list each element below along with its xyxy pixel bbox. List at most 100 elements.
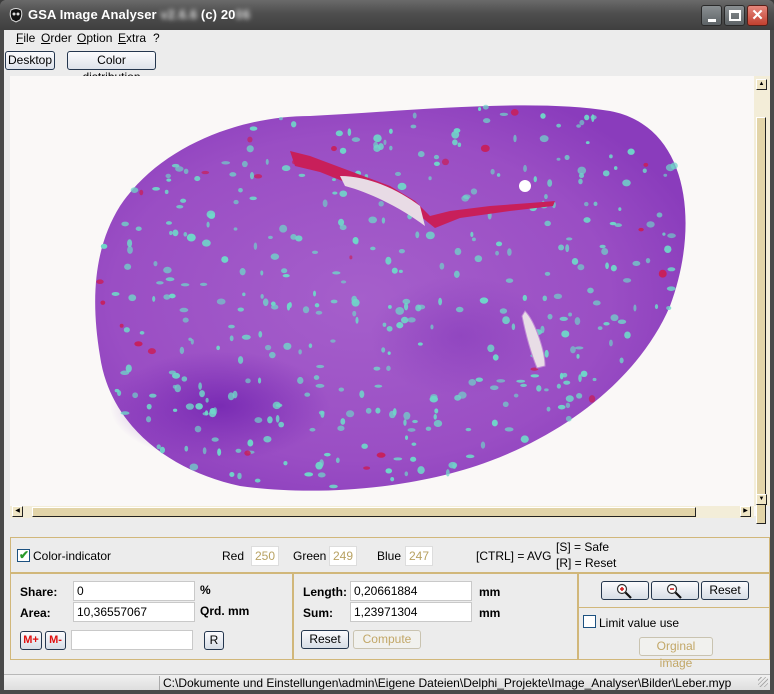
cyan-spot [169, 230, 173, 236]
close-button[interactable]: ✕ [747, 5, 768, 26]
limit-value-checkbox[interactable] [583, 615, 596, 628]
menu-extra[interactable]: Extra [118, 31, 146, 45]
menu-extra-label: xtra [126, 31, 147, 45]
red-spot [588, 395, 596, 403]
red-spot [349, 255, 353, 260]
cyan-spot [547, 313, 553, 320]
vertical-scroll-thumb[interactable] [756, 117, 766, 524]
cyan-spot [238, 187, 243, 193]
zoom-out-button[interactable] [651, 581, 699, 600]
title-copyright: (c) 20 [200, 7, 236, 22]
cyan-spot [520, 435, 529, 443]
color-distribution-button[interactable]: Color distribution [67, 51, 156, 84]
cyan-spot [667, 267, 676, 272]
menu-order-label: rder [50, 31, 72, 45]
title-bar[interactable]: GSA Image Analyser v2.6.6 (c) 2006 ✕ [0, 0, 774, 30]
cyan-spot [127, 239, 133, 248]
cyan-spot [260, 270, 264, 276]
cyan-spot [206, 221, 210, 228]
memory-reset-button[interactable]: R [204, 631, 224, 650]
cyan-spot [666, 306, 672, 311]
cyan-spot [130, 187, 139, 193]
cyan-spot [398, 249, 405, 254]
scroll-down-arrow-icon[interactable]: ▼ [756, 494, 767, 505]
status-bar: C:\Dokumente und Einstellungen\admin\Eig… [4, 674, 770, 690]
desktop-button[interactable]: Desktop [5, 51, 55, 70]
cyan-spot [378, 200, 384, 207]
cyan-spot [556, 157, 561, 161]
cyan-spot [216, 345, 220, 351]
share-field[interactable]: 0 [73, 581, 195, 601]
menu-order[interactable]: Order [41, 31, 72, 45]
cyan-spot [402, 298, 411, 305]
cyan-spot [610, 314, 619, 322]
scroll-left-arrow-icon[interactable]: ◀ [12, 506, 23, 517]
memory-add-button[interactable]: M+ [20, 631, 42, 650]
maximize-button[interactable] [724, 5, 745, 26]
cyan-spot [239, 268, 246, 276]
cyan-spot [434, 408, 439, 414]
cyan-spot [455, 306, 464, 313]
cyan-spot [346, 410, 355, 418]
area-field[interactable]: 10,36557067 [73, 602, 195, 622]
zoom-reset-button[interactable]: Reset [701, 581, 749, 600]
cyan-spot [457, 142, 462, 148]
menu-help[interactable]: ? [153, 31, 160, 45]
cyan-spot [237, 356, 244, 364]
cyan-spot [370, 246, 376, 251]
dark-region [370, 276, 550, 396]
cyan-spot [199, 282, 208, 286]
cyan-spot [332, 178, 336, 182]
cyan-spot [282, 274, 290, 278]
cyan-spot [593, 201, 598, 207]
scroll-up-arrow-icon[interactable]: ▲ [756, 79, 767, 90]
scroll-right-arrow-icon[interactable]: ▶ [740, 506, 751, 517]
cyan-spot [433, 161, 440, 166]
menu-file[interactable]: File [16, 31, 35, 45]
cyan-spot [654, 304, 659, 310]
memory-subtract-button[interactable]: M- [45, 631, 66, 650]
tissue-image[interactable] [10, 76, 760, 506]
zoom-in-button[interactable] [601, 581, 649, 600]
horizontal-scrollbar[interactable]: ◀ ▶ [10, 506, 754, 518]
cyan-spot [504, 427, 514, 432]
red-spot [119, 323, 124, 328]
dark-region [110, 351, 330, 461]
cyan-spot [221, 256, 229, 263]
cyan-spot [556, 383, 561, 389]
cyan-spot [247, 439, 254, 447]
cyan-spot [633, 304, 637, 312]
cyan-spot [199, 390, 205, 398]
cyan-spot [425, 231, 435, 240]
red-spot [147, 348, 156, 355]
cyan-spot [482, 104, 489, 110]
cyan-spot [389, 145, 393, 151]
sum-field[interactable]: 1,23971304 [350, 602, 472, 622]
cyan-spot [332, 271, 341, 275]
red-spot [658, 269, 667, 278]
cyan-spot [642, 168, 647, 174]
cyan-spot [202, 411, 209, 416]
cyan-spot [662, 232, 666, 236]
cyan-spot [565, 415, 572, 422]
memory-field[interactable] [71, 630, 193, 650]
cyan-spot [262, 298, 269, 307]
cyan-spot [184, 445, 189, 452]
menu-extra-accel: E [118, 31, 127, 45]
cyan-spot [480, 441, 486, 449]
minimize-button[interactable] [701, 5, 722, 26]
zoom-out-icon [666, 583, 682, 599]
resize-grip-icon[interactable] [758, 677, 768, 687]
color-indicator-panel: ✔ Color-indicator Red 250 Green 249 Blue… [10, 537, 770, 573]
cyan-spot [120, 411, 130, 415]
image-viewport[interactable] [10, 76, 760, 516]
length-reset-button[interactable]: Reset [301, 630, 349, 649]
cyan-spot [290, 121, 297, 128]
red-spot [510, 109, 519, 116]
length-field[interactable]: 0,20661884 [350, 581, 472, 601]
horizontal-scroll-thumb[interactable] [32, 507, 696, 517]
color-indicator-checkbox[interactable]: ✔ [17, 548, 30, 562]
vertical-scrollbar[interactable]: ▲ ▼ [754, 76, 770, 524]
menu-option[interactable]: Option [77, 31, 112, 45]
cyan-spot [339, 147, 347, 154]
